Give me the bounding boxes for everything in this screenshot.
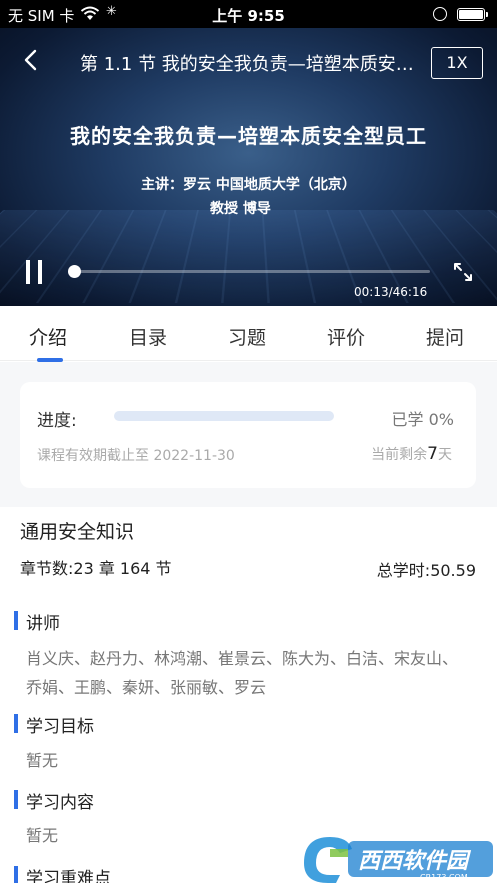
tab-exercises[interactable]: 习题: [228, 323, 266, 350]
tab-questions[interactable]: 提问: [426, 323, 464, 350]
section-title: 学习目标: [26, 717, 94, 737]
section-marker: [14, 866, 18, 883]
battery-icon: [457, 8, 485, 21]
remaining-prefix: 当前剩余: [371, 447, 428, 463]
video-title: 第 1.1 节 我的安全我负责—培塑本质安全型员工: [80, 54, 420, 75]
section-title: 学习重难点: [26, 869, 111, 883]
svg-text:CR173.COM: CR173.COM: [420, 873, 468, 882]
slide-lecturer-title: 教授 博导: [210, 201, 271, 217]
learning-goals-text: 暂无: [26, 751, 59, 770]
slide-lecturer: 主讲：罗云 中国地质大学（北京）: [141, 177, 356, 193]
progress-card: 进度: 已学 0% 课程有效期截止至 2022-11-30 当前剩余7天: [20, 382, 476, 488]
video-progress-track[interactable]: [74, 270, 430, 273]
total-hours: 总学时:50.59: [376, 561, 476, 580]
video-timecode: 00:13/46:16: [354, 285, 428, 299]
learned-percent: 已学 0%: [391, 410, 454, 429]
tab-bar: 介绍 目录 习题 评价 提问: [0, 306, 497, 362]
pause-icon[interactable]: [24, 260, 44, 284]
tab-intro[interactable]: 介绍: [29, 323, 67, 350]
tab-catalog[interactable]: 目录: [129, 323, 167, 350]
status-bar: 无 SIM 卡 ✳ 上午 9:55: [0, 0, 497, 28]
svg-text:西西软件园: 西西软件园: [358, 849, 472, 874]
remaining-suffix: 天: [438, 447, 452, 463]
back-arrow-icon[interactable]: [20, 48, 44, 72]
section-title: 讲师: [26, 614, 60, 634]
video-player[interactable]: 第 1.1 节 我的安全我负责—培塑本质安全型员工 1X 我的安全我负责—培塑本…: [0, 28, 497, 306]
chapter-count: 章节数:23 章 164 节: [20, 559, 172, 578]
progress-label: 进度:: [37, 411, 77, 431]
section-marker: [14, 790, 18, 809]
section-marker: [14, 611, 18, 630]
progress-bar: [114, 411, 334, 421]
video-progress-handle[interactable]: [68, 265, 81, 278]
section-marker: [14, 714, 18, 733]
expiry-date: 课程有效期截止至 2022-11-30: [37, 448, 235, 464]
fullscreen-icon[interactable]: [452, 261, 474, 283]
intro-content: 进度: 已学 0% 课程有效期截止至 2022-11-30 当前剩余7天 通用安…: [0, 362, 497, 883]
rotation-lock-icon: [433, 7, 447, 21]
course-name: 通用安全知识: [20, 521, 135, 543]
watermark-logo: 西西软件园 CR173.COM: [304, 837, 493, 883]
remaining-days-count: 7: [427, 444, 438, 464]
tab-reviews[interactable]: 评价: [327, 323, 365, 350]
section-title: 学习内容: [26, 793, 94, 813]
remaining-days: 当前剩余7天: [371, 444, 452, 464]
playback-speed-button[interactable]: 1X: [431, 47, 483, 79]
battery-tip: [486, 12, 488, 17]
lecturers-list: 肖义庆、赵丹力、林鸿潮、崔景云、陈大为、白洁、宋友山、乔娟、王鹏、秦妍、张丽敏、…: [26, 649, 459, 697]
slide-title: 我的安全我负责—培塑本质安全型员工: [70, 124, 427, 148]
clock: 上午 9:55: [212, 7, 285, 25]
